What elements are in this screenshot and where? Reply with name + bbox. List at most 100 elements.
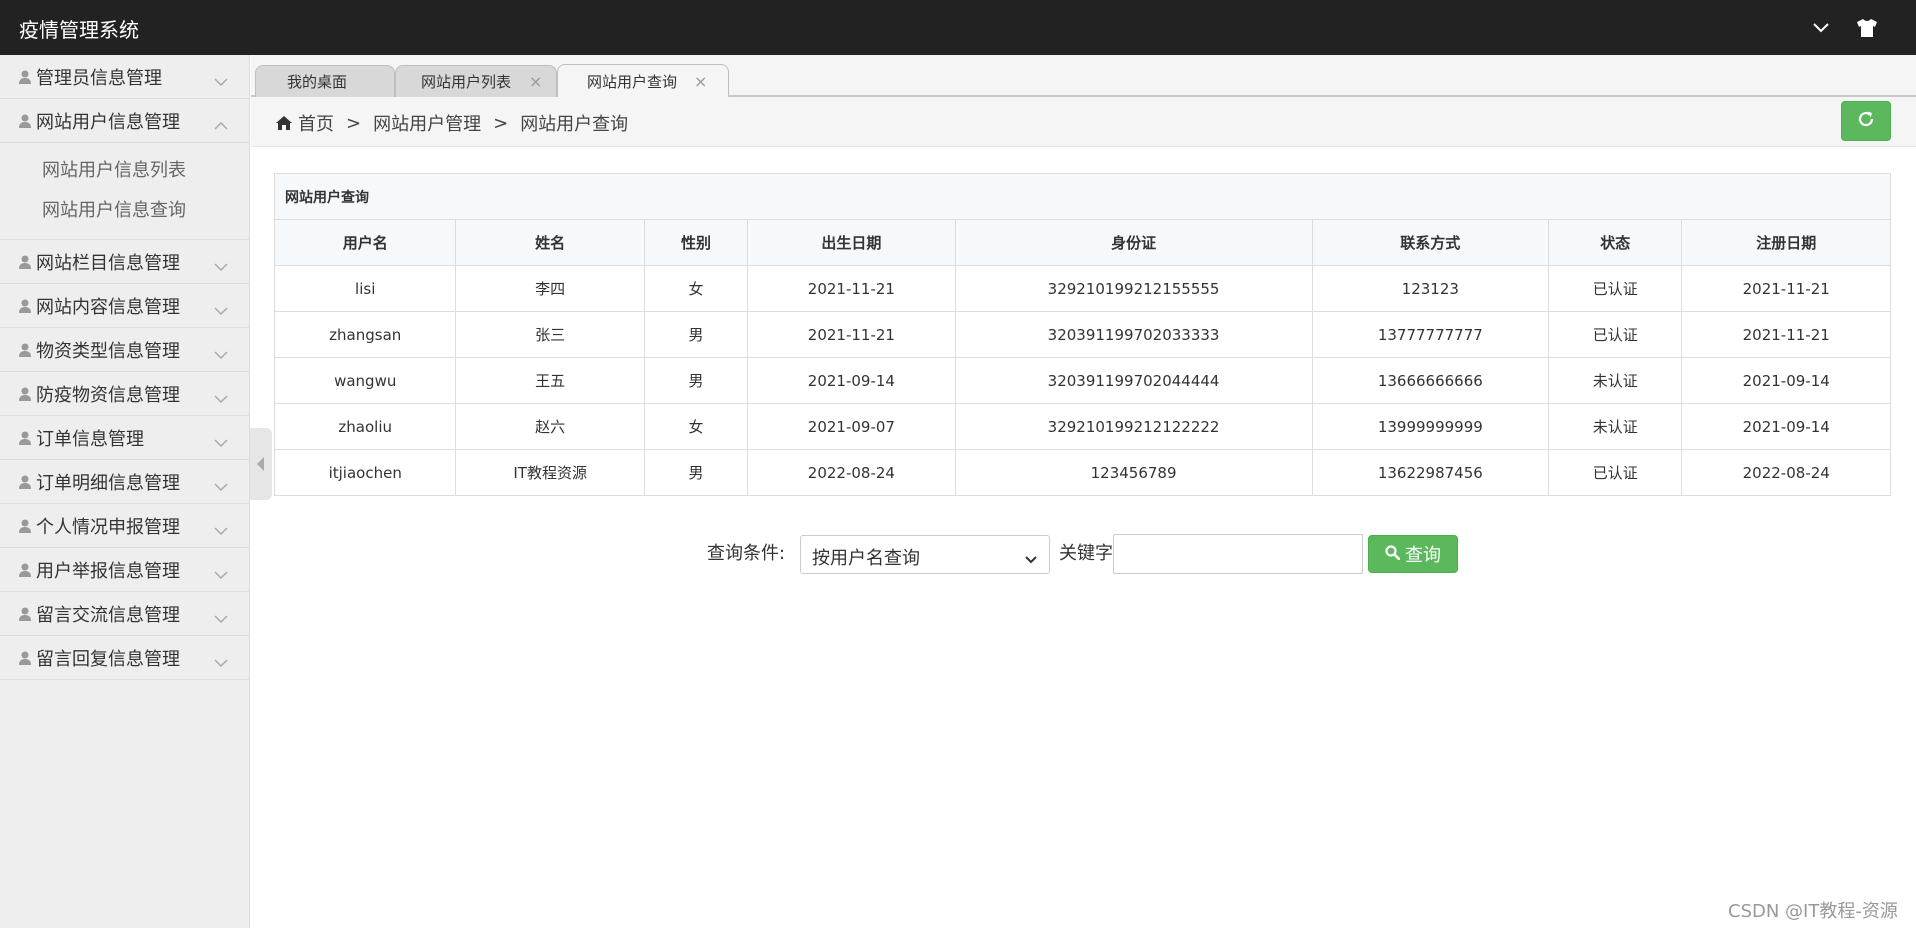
breadcrumb-separator: > [493,112,509,134]
refresh-button[interactable] [1841,101,1891,141]
table-cell: 329210199212122222 [954,403,1313,450]
sidebar-item[interactable]: 网站栏目信息管理 [0,240,249,284]
sidebar-item[interactable]: 订单明细信息管理 [0,460,249,504]
user-icon [19,430,31,449]
table-cell: 329210199212155555 [954,265,1313,312]
sidebar-item[interactable]: 留言回复信息管理 [0,636,249,680]
breadcrumb-level1: 网站用户管理 [373,114,482,135]
user-icon [19,474,31,493]
sidebar-subitem[interactable]: 网站用户信息列表 [0,151,249,191]
table-cell: itjiaochen [273,449,457,496]
table-cell: 13777777777 [1311,311,1550,358]
chevron-down-icon [214,432,228,451]
sidebar: 管理员信息管理 网站用户信息管理 网站用户信息列表 网站用户信息查询 网站栏目信息管理网… [0,55,250,928]
table-cell: 已认证 [1548,449,1683,496]
breadcrumb-bar: 首页 > 网站用户管理 > 网站用户查询 [251,97,1916,147]
table-cell: 13999999999 [1311,403,1550,450]
table-cell: 男 [643,357,749,404]
table-cell: 已认证 [1548,311,1683,358]
table-cell: 123456789 [954,449,1313,496]
sidebar-item[interactable]: 网站用户信息管理 [0,99,249,143]
table-cell: 2022-08-24 [747,449,956,496]
top-bar: 疫情管理系统 [0,0,1916,55]
tab-label: 我的桌面 [287,73,348,91]
home-icon [276,116,292,130]
column-header: 注册日期 [1681,219,1891,266]
user-icon [19,386,31,405]
sidebar-item-label: 网站用户信息管理 [36,111,180,133]
chevron-down-icon[interactable] [1808,15,1834,41]
chevron-down-icon [214,608,228,627]
sidebar-item-label: 物资类型信息管理 [36,340,180,362]
table-cell: 320391199702044444 [954,357,1313,404]
table-cell: 女 [643,265,749,312]
sidebar-item-label: 留言交流信息管理 [36,604,180,626]
tab-bar: 我的桌面 网站用户列表 × 网站用户查询 × [251,55,1916,98]
sidebar-item-label: 管理员信息管理 [36,67,162,89]
user-icon [19,650,31,669]
table-cell: 2021-09-14 [1681,357,1891,404]
table-cell: 13666666666 [1311,357,1550,404]
table-cell: wangwu [273,357,457,404]
sidebar-item-label: 留言回复信息管理 [36,648,180,670]
sidebar-collapse-handle[interactable] [250,428,272,500]
column-header: 用户名 [273,219,457,266]
tab-label: 网站用户列表 [421,73,512,91]
table-cell: 2021-11-21 [747,311,956,358]
column-header: 状态 [1548,219,1683,266]
condition-select-value: 按用户名查询 [812,548,920,569]
sidebar-item[interactable]: 网站内容信息管理 [0,284,249,328]
tab-user-query[interactable]: 网站用户查询 × [557,64,729,98]
close-icon[interactable]: × [694,72,707,91]
app-title: 疫情管理系统 [19,18,139,42]
condition-select[interactable]: 按用户名查询 [800,535,1050,574]
table-cell: 未认证 [1548,403,1683,450]
user-query-panel: 网站用户查询 用户名 姓名 性别 出生日期 身份证 联系方式 状态 注册日期 lisi 李四女 2… [273,173,1891,496]
sidebar-item-label: 网站栏目信息管理 [36,252,180,274]
user-icon [19,298,31,317]
sidebar-item[interactable]: 防疫物资信息管理 [0,372,249,416]
sidebar-item-label: 订单明细信息管理 [36,472,180,494]
table-cell: zhangsan [273,311,457,358]
sidebar-subitem[interactable]: 网站用户信息查询 [0,191,249,231]
chevron-down-icon [214,388,228,407]
keyword-input[interactable] [1113,534,1363,574]
chevron-up-icon [214,115,228,134]
user-table: 网站用户查询 用户名 姓名 性别 出生日期 身份证 联系方式 状态 注册日期 lisi 李四女 2… [273,173,1891,496]
search-icon [1385,544,1401,565]
panel-title: 网站用户查询 [274,173,1891,220]
chevron-down-icon [214,71,228,90]
sidebar-submenu: 网站用户信息列表 网站用户信息查询 [0,143,249,240]
watermark: CSDN @IT教程-资源 [1728,901,1898,922]
search-form: 查询条件: 按用户名查询 关键字 查询 [0,534,1916,574]
table-cell: 2021-11-21 [1681,311,1891,358]
breadcrumb-level2: 网站用户查询 [520,114,629,135]
table-cell: 320391199702033333 [954,311,1313,358]
user-icon [19,113,31,132]
sidebar-item[interactable]: 留言交流信息管理 [0,592,249,636]
tab-user-list[interactable]: 网站用户列表 × [395,65,557,97]
table-row: itjiaochen IT教程资源男 2022-08-24 123456789 1362… [273,449,1891,496]
sidebar-item[interactable]: 管理员信息管理 [0,55,249,99]
chevron-down-icon [214,652,228,671]
table-cell: 张三 [455,311,645,358]
table-cell: zhaoliu [273,403,457,450]
condition-label: 查询条件: [707,543,786,564]
keyword-label: 关键字 [1059,543,1113,564]
table-cell: 2021-09-14 [747,357,956,404]
sidebar-item[interactable]: 物资类型信息管理 [0,328,249,372]
search-button[interactable]: 查询 [1368,535,1458,573]
theme-shirt-icon[interactable] [1854,15,1880,41]
table-cell: lisi [273,265,457,312]
column-header: 出生日期 [747,219,956,266]
table-cell: 123123 [1311,265,1550,312]
breadcrumb-home-link[interactable]: 首页 [298,110,334,136]
sidebar-item[interactable]: 订单信息管理 [0,416,249,460]
tab-desktop[interactable]: 我的桌面 [255,65,395,97]
column-header: 性别 [643,219,749,266]
close-icon[interactable]: × [529,72,542,91]
table-cell: 2021-09-14 [1681,403,1891,450]
column-header: 姓名 [455,219,645,266]
search-button-label: 查询 [1405,545,1441,566]
column-header: 联系方式 [1311,219,1550,266]
